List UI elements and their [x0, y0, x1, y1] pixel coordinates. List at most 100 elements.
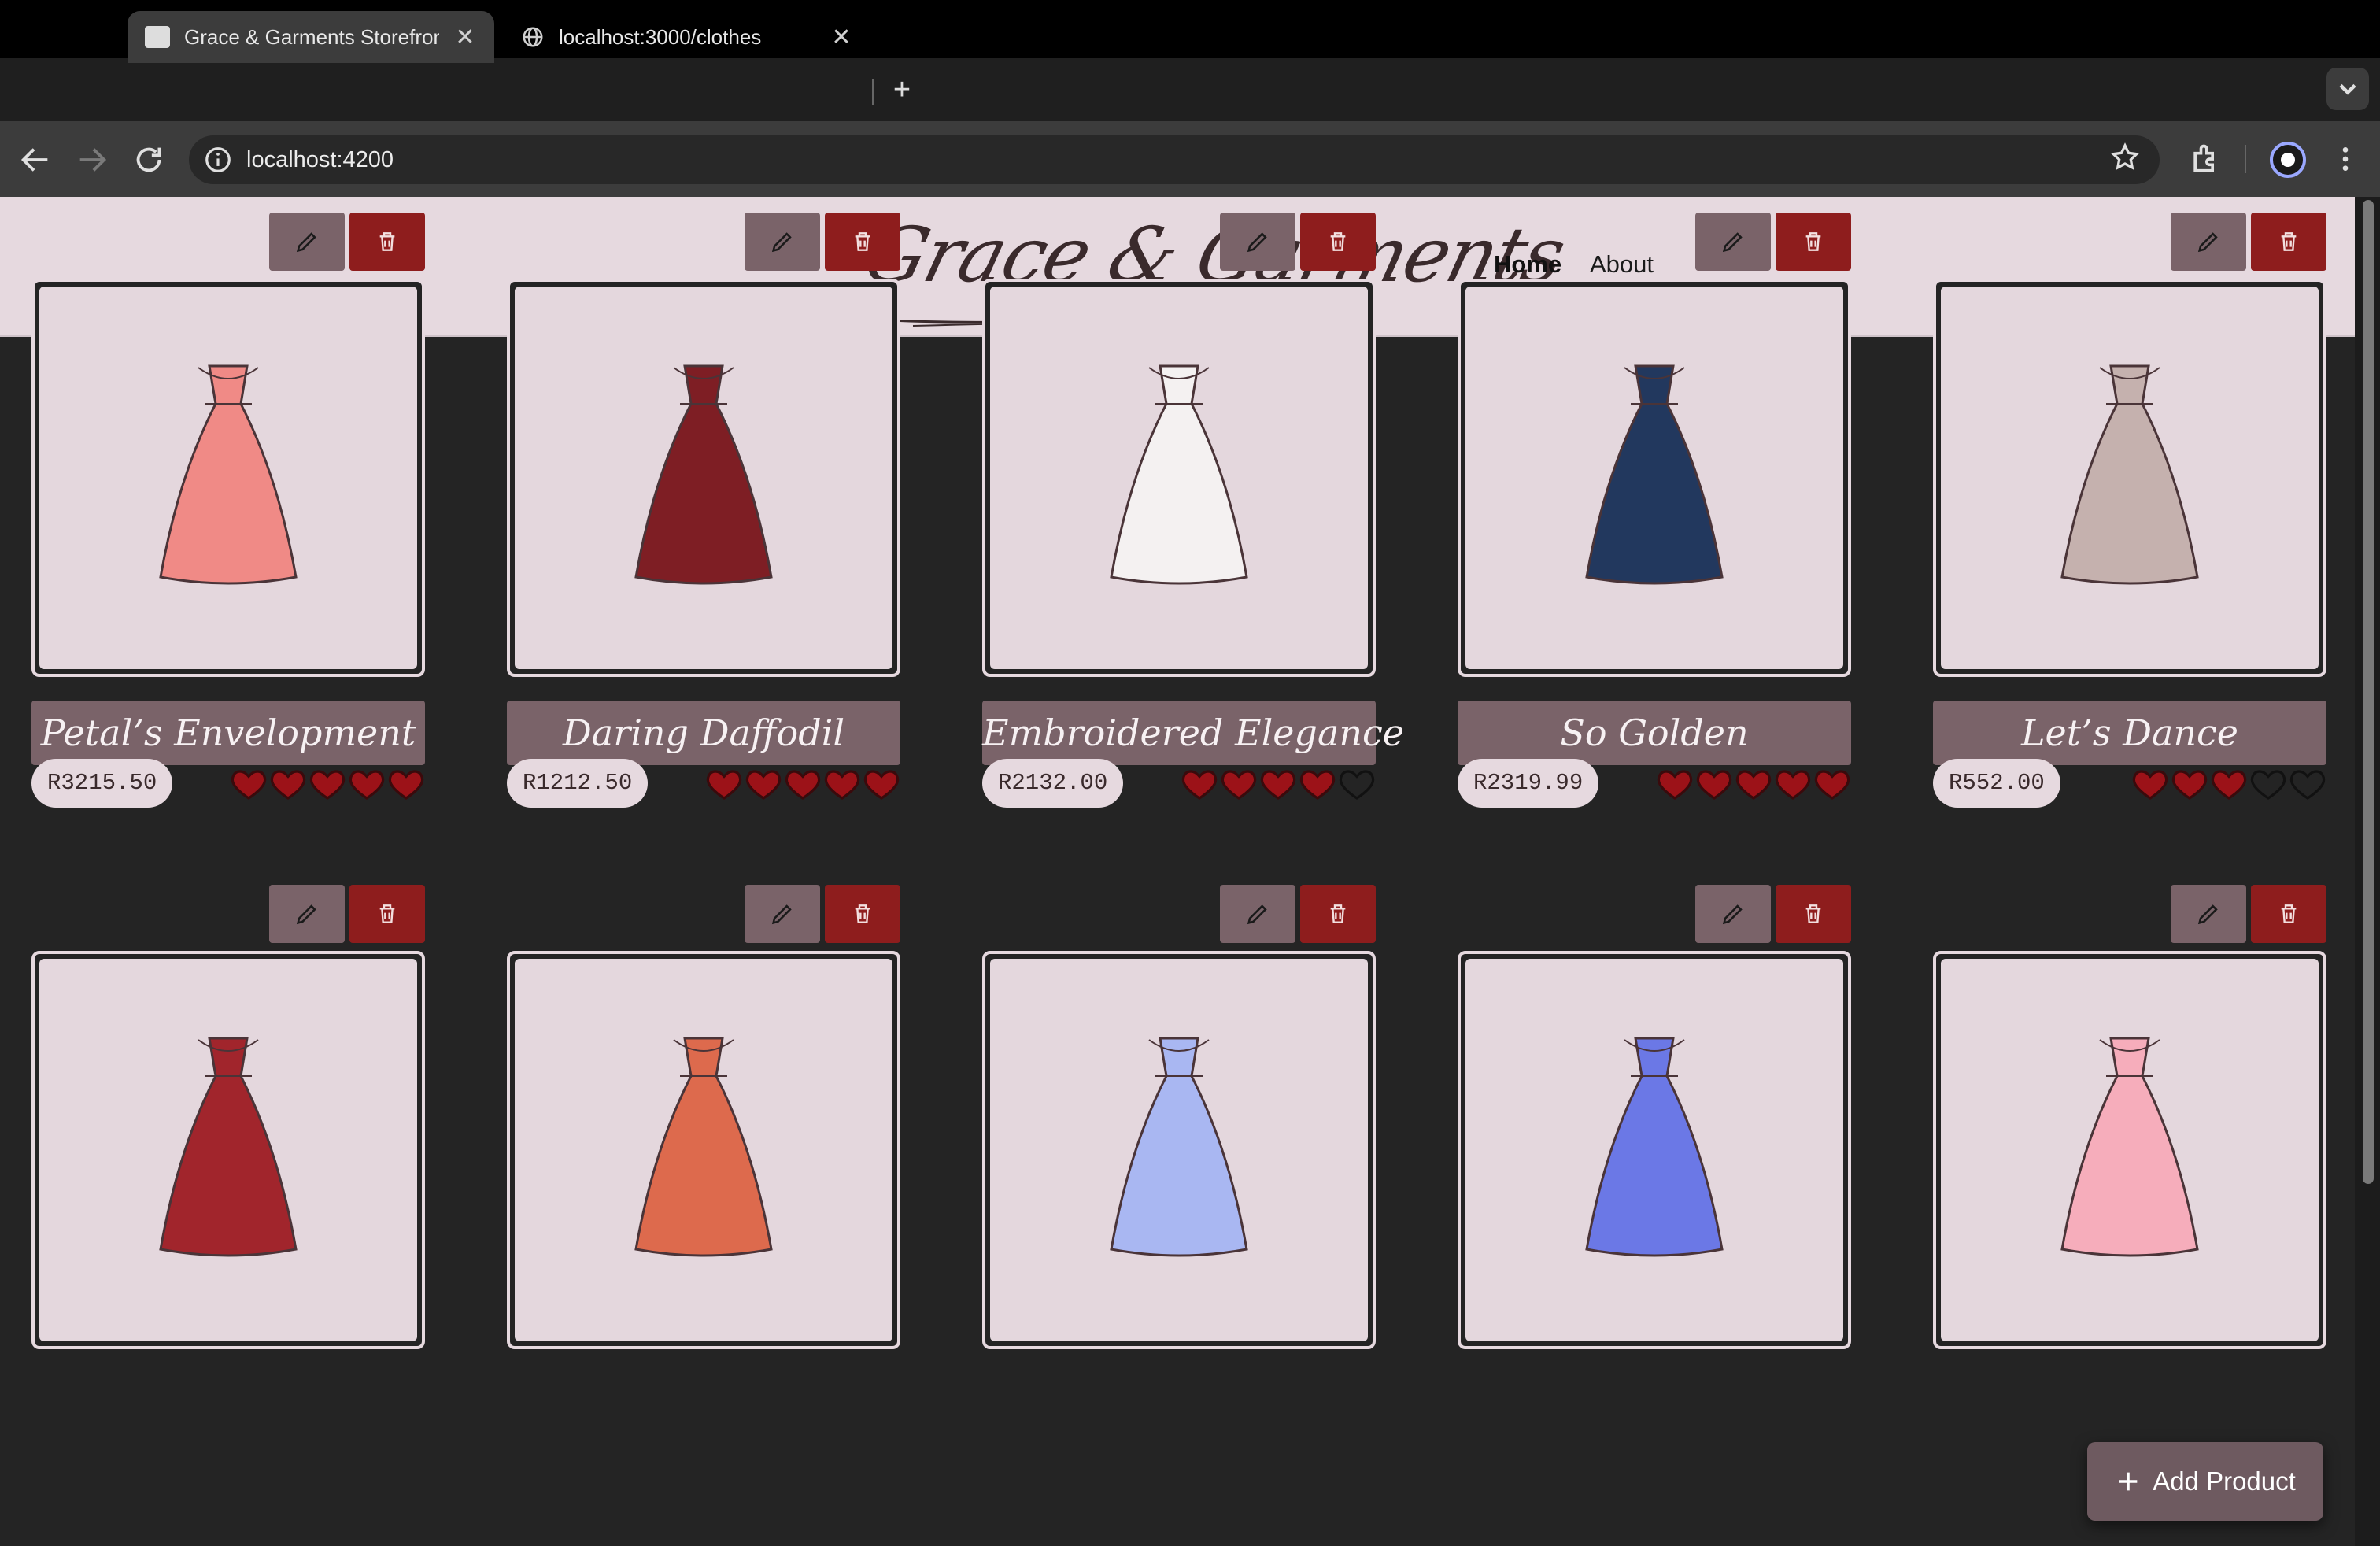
- product-image-frame[interactable]: [982, 951, 1376, 1349]
- edit-button[interactable]: [269, 885, 345, 943]
- close-icon[interactable]: ✕: [453, 24, 477, 51]
- periwinkle-jumpsuit-icon: [1585, 1037, 1724, 1257]
- maroon-long-sleeve-gown-icon: [634, 364, 773, 585]
- add-product-label: Add Product: [2153, 1466, 2296, 1496]
- heart-filled-icon: [1181, 770, 1218, 800]
- product-image-frame[interactable]: [1933, 951, 2326, 1349]
- heart-filled-icon: [824, 770, 860, 800]
- delete-button[interactable]: [2251, 885, 2326, 943]
- nav-about-link[interactable]: About: [1590, 250, 1654, 279]
- trash-icon: [1330, 904, 1346, 923]
- product-price: R552.00: [1933, 759, 2060, 808]
- address-url[interactable]: localhost:4200: [246, 145, 394, 175]
- product-name: Let’s Dance: [2020, 712, 2239, 754]
- tab-search-button[interactable]: [2326, 68, 2369, 110]
- card-actions: [1695, 885, 1851, 943]
- trash-icon: [379, 232, 395, 251]
- product-name-bar: Petal’s Envelopment: [31, 701, 425, 765]
- navy-wrap-dress-icon: [1585, 364, 1724, 585]
- delete-button[interactable]: [1300, 213, 1376, 271]
- more-menu-icon[interactable]: [2330, 142, 2361, 176]
- pencil-icon: [296, 232, 316, 253]
- delete-button[interactable]: [349, 213, 425, 271]
- heart-filled-icon: [1775, 770, 1811, 800]
- delete-button[interactable]: [825, 885, 900, 943]
- product-image-frame[interactable]: [31, 279, 425, 677]
- heart-filled-icon: [863, 770, 900, 800]
- reload-icon[interactable]: [131, 142, 167, 178]
- delete-button[interactable]: [349, 885, 425, 943]
- heart-outline-icon: [2289, 770, 2326, 800]
- edit-button[interactable]: [1695, 213, 1771, 271]
- heart-filled-icon: [270, 770, 306, 800]
- globe-icon: [523, 27, 543, 47]
- delete-button[interactable]: [1776, 213, 1851, 271]
- heart-filled-icon: [2211, 770, 2247, 800]
- tab-storefront[interactable]: Grace & Garments Storefront ✕: [128, 11, 494, 63]
- product-name: Petal’s Envelopment: [40, 712, 416, 754]
- product-image-bg: [1465, 287, 1843, 669]
- back-icon[interactable]: [17, 142, 54, 178]
- product-image-frame[interactable]: [1458, 951, 1851, 1349]
- delete-button[interactable]: [825, 213, 900, 271]
- product-price: R1212.50: [507, 759, 649, 808]
- product-name-bar: Let’s Dance: [1933, 701, 2326, 765]
- edit-button[interactable]: [1695, 885, 1771, 943]
- heart-filled-icon: [231, 770, 267, 800]
- product-image-frame[interactable]: [982, 279, 1376, 677]
- address-bar[interactable]: [189, 135, 2160, 184]
- pencil-icon: [296, 904, 316, 925]
- scrollbar-thumb[interactable]: [2363, 200, 2374, 1184]
- product-image-frame[interactable]: [31, 951, 425, 1349]
- tab-clothes-api[interactable]: localhost:3000/clothes ✕: [504, 11, 870, 63]
- tab-strip: [0, 58, 2380, 121]
- pencil-icon: [1722, 904, 1743, 925]
- heart-filled-icon: [706, 770, 742, 800]
- heart-filled-icon: [785, 770, 821, 800]
- profile-avatar[interactable]: [2270, 142, 2306, 178]
- red-v-neck-dress-icon: [159, 1037, 298, 1257]
- rating-hearts: [230, 765, 425, 803]
- product-name: So Golden: [1560, 712, 1749, 754]
- pencil-icon: [2197, 904, 2218, 925]
- forward-icon[interactable]: [74, 142, 110, 178]
- trash-icon: [855, 904, 870, 923]
- product-image-frame[interactable]: [507, 951, 900, 1349]
- delete-button[interactable]: [2251, 213, 2326, 271]
- edit-button[interactable]: [745, 885, 820, 943]
- heart-filled-icon: [1260, 770, 1296, 800]
- heart-filled-icon: [1814, 770, 1850, 800]
- delete-button[interactable]: [1776, 885, 1851, 943]
- close-icon[interactable]: ✕: [830, 24, 853, 51]
- bookmark-star-icon[interactable]: [2109, 142, 2141, 173]
- orange-patterned-dress-icon: [634, 1037, 773, 1257]
- edit-button[interactable]: [2171, 213, 2246, 271]
- extensions-icon[interactable]: [2188, 142, 2223, 176]
- edit-button[interactable]: [1220, 885, 1295, 943]
- edit-button[interactable]: [2171, 885, 2246, 943]
- edit-button[interactable]: [745, 213, 820, 271]
- product-image-frame[interactable]: [1933, 279, 2326, 677]
- heart-outline-icon: [2250, 770, 2286, 800]
- card-actions: [745, 885, 900, 943]
- pink-floral-dress-icon: [2060, 1037, 2199, 1257]
- site-info-icon[interactable]: [203, 145, 233, 175]
- product-image-bg: [1465, 959, 1843, 1341]
- heart-filled-icon: [1299, 770, 1336, 800]
- heart-filled-icon: [2132, 770, 2168, 800]
- product-image-frame[interactable]: [507, 279, 900, 677]
- product-image-bg: [1941, 287, 2319, 669]
- nav-home-link[interactable]: Home: [1494, 250, 1561, 279]
- heart-filled-icon: [388, 770, 424, 800]
- product-name: Embroidered Elegance: [982, 712, 1404, 754]
- new-tab-icon[interactable]: +: [885, 72, 919, 107]
- pencil-icon: [1247, 232, 1267, 253]
- light-blue-sheath-dress-icon: [1110, 1037, 1248, 1257]
- product-image-frame[interactable]: [1458, 279, 1851, 677]
- edit-button[interactable]: [269, 213, 345, 271]
- edit-button[interactable]: [1220, 213, 1295, 271]
- product-price: R2132.00: [982, 759, 1124, 808]
- add-product-button[interactable]: Add Product: [2087, 1442, 2323, 1521]
- card-actions: [269, 213, 425, 271]
- delete-button[interactable]: [1300, 885, 1376, 943]
